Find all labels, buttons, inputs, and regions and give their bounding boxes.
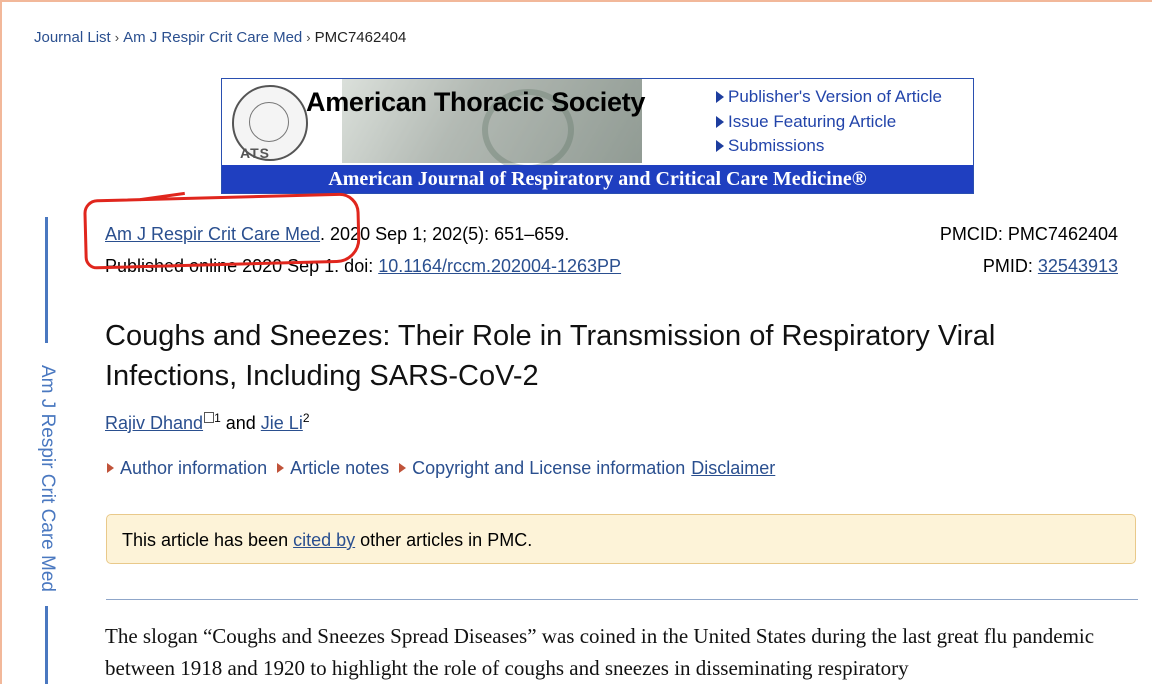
issue-featuring-link[interactable]: Issue Featuring Article bbox=[716, 110, 942, 135]
pmid-link[interactable]: 32543913 bbox=[1038, 256, 1118, 276]
seal-label: ATS bbox=[240, 145, 270, 161]
breadcrumb: Journal List › Am J Respir Crit Care Med › P… bbox=[34, 29, 406, 46]
article-notes-toggle[interactable]: Article notes bbox=[275, 458, 389, 478]
left-border bbox=[0, 0, 2, 684]
red-annotation-stroke bbox=[140, 191, 185, 202]
author-link-dhand[interactable]: Rajiv Dhand bbox=[105, 413, 203, 433]
published-prefix: Published online 2020 Sep 1. doi: bbox=[105, 256, 379, 276]
chevron-right-icon: › bbox=[114, 30, 120, 45]
author-info-toggle[interactable]: Author information bbox=[105, 458, 267, 478]
breadcrumb-current: PMC7462404 bbox=[314, 29, 407, 46]
journal-banner[interactable]: ATS American Thoracic Society Publisher'… bbox=[221, 78, 974, 194]
triangle-right-icon bbox=[107, 463, 114, 473]
top-border bbox=[0, 0, 1152, 2]
notice-text-before: This article has been bbox=[122, 530, 294, 550]
side-divider-top bbox=[45, 217, 48, 343]
issue-featuring-label: Issue Featuring Article bbox=[728, 111, 897, 131]
side-journal-label: Am J Respir Crit Care Med bbox=[37, 365, 58, 592]
disclaimer-link[interactable]: Disclaimer bbox=[691, 458, 775, 478]
pmcid: PMCID: PMC7462404 bbox=[939, 224, 1118, 244]
author-link-li[interactable]: Jie Li bbox=[261, 413, 303, 433]
breadcrumb-journal[interactable]: Am J Respir Crit Care Med bbox=[123, 29, 302, 46]
article-title: Coughs and Sneezes: Their Role in Transm… bbox=[105, 320, 996, 392]
copyright-toggle[interactable]: Copyright and License information bbox=[397, 458, 685, 478]
email-icon[interactable] bbox=[204, 412, 215, 423]
notice-text-after: other articles in PMC. bbox=[355, 530, 533, 550]
article-info-links: Author information Article notes Copyright… bbox=[105, 458, 775, 479]
journal-link[interactable]: Am J Respir Crit Care Med bbox=[105, 224, 320, 244]
citation-details: . 2020 Sep 1; 202(5): 651–659. bbox=[320, 224, 570, 244]
author-affiliation-1: 1 bbox=[214, 411, 221, 425]
doi-link[interactable]: 10.1164/rccm.202004-1263PP bbox=[378, 256, 621, 276]
author-info-label: Author information bbox=[120, 458, 268, 478]
author-list: Rajiv Dhand 1 and Jie Li2 bbox=[105, 411, 310, 434]
banner-links: Publisher's Version of Article Issue Fea… bbox=[716, 85, 942, 159]
society-name: American Thoracic Society bbox=[306, 87, 646, 117]
chevron-right-icon: › bbox=[306, 30, 311, 45]
article-notes-label: Article notes bbox=[290, 458, 390, 478]
article-body-paragraph: The slogan “Coughs and Sneezes Spread Di… bbox=[105, 624, 1095, 680]
pmid-label: PMID: bbox=[982, 256, 1038, 276]
publisher-version-label: Publisher's Version of Article bbox=[728, 87, 942, 106]
breadcrumb-journal-list[interactable]: Journal List bbox=[34, 29, 111, 46]
side-divider-bottom bbox=[45, 606, 48, 684]
submissions-link[interactable]: Submissions bbox=[716, 134, 942, 159]
triangle-right-icon bbox=[277, 463, 285, 473]
author-conjunction: and bbox=[220, 413, 261, 433]
pmid-line: PMID: 32543913 bbox=[983, 256, 1118, 277]
publisher-version-link[interactable]: Publisher's Version of Article bbox=[716, 85, 942, 110]
triangle-right-icon bbox=[399, 463, 407, 473]
citation-line: Am J Respir Crit Care Med. 2020 Sep 1; 2… bbox=[105, 224, 569, 245]
triangle-right-icon bbox=[716, 91, 724, 103]
published-line: Published online 2020 Sep 1. doi: 10.116… bbox=[105, 256, 621, 277]
submissions-label: Submissions bbox=[728, 136, 825, 155]
copyright-label: Copyright and License information bbox=[412, 458, 686, 478]
section-divider bbox=[106, 599, 1138, 600]
cited-by-link[interactable]: cited by bbox=[293, 530, 355, 550]
triangle-right-icon bbox=[716, 140, 724, 152]
journal-name-bar: American Journal of Respiratory and Crit… bbox=[222, 165, 973, 193]
cited-by-notice: This article has been cited by other art… bbox=[106, 514, 1136, 564]
author-affiliation-2: 2 bbox=[302, 411, 310, 425]
triangle-right-icon bbox=[716, 115, 724, 128]
